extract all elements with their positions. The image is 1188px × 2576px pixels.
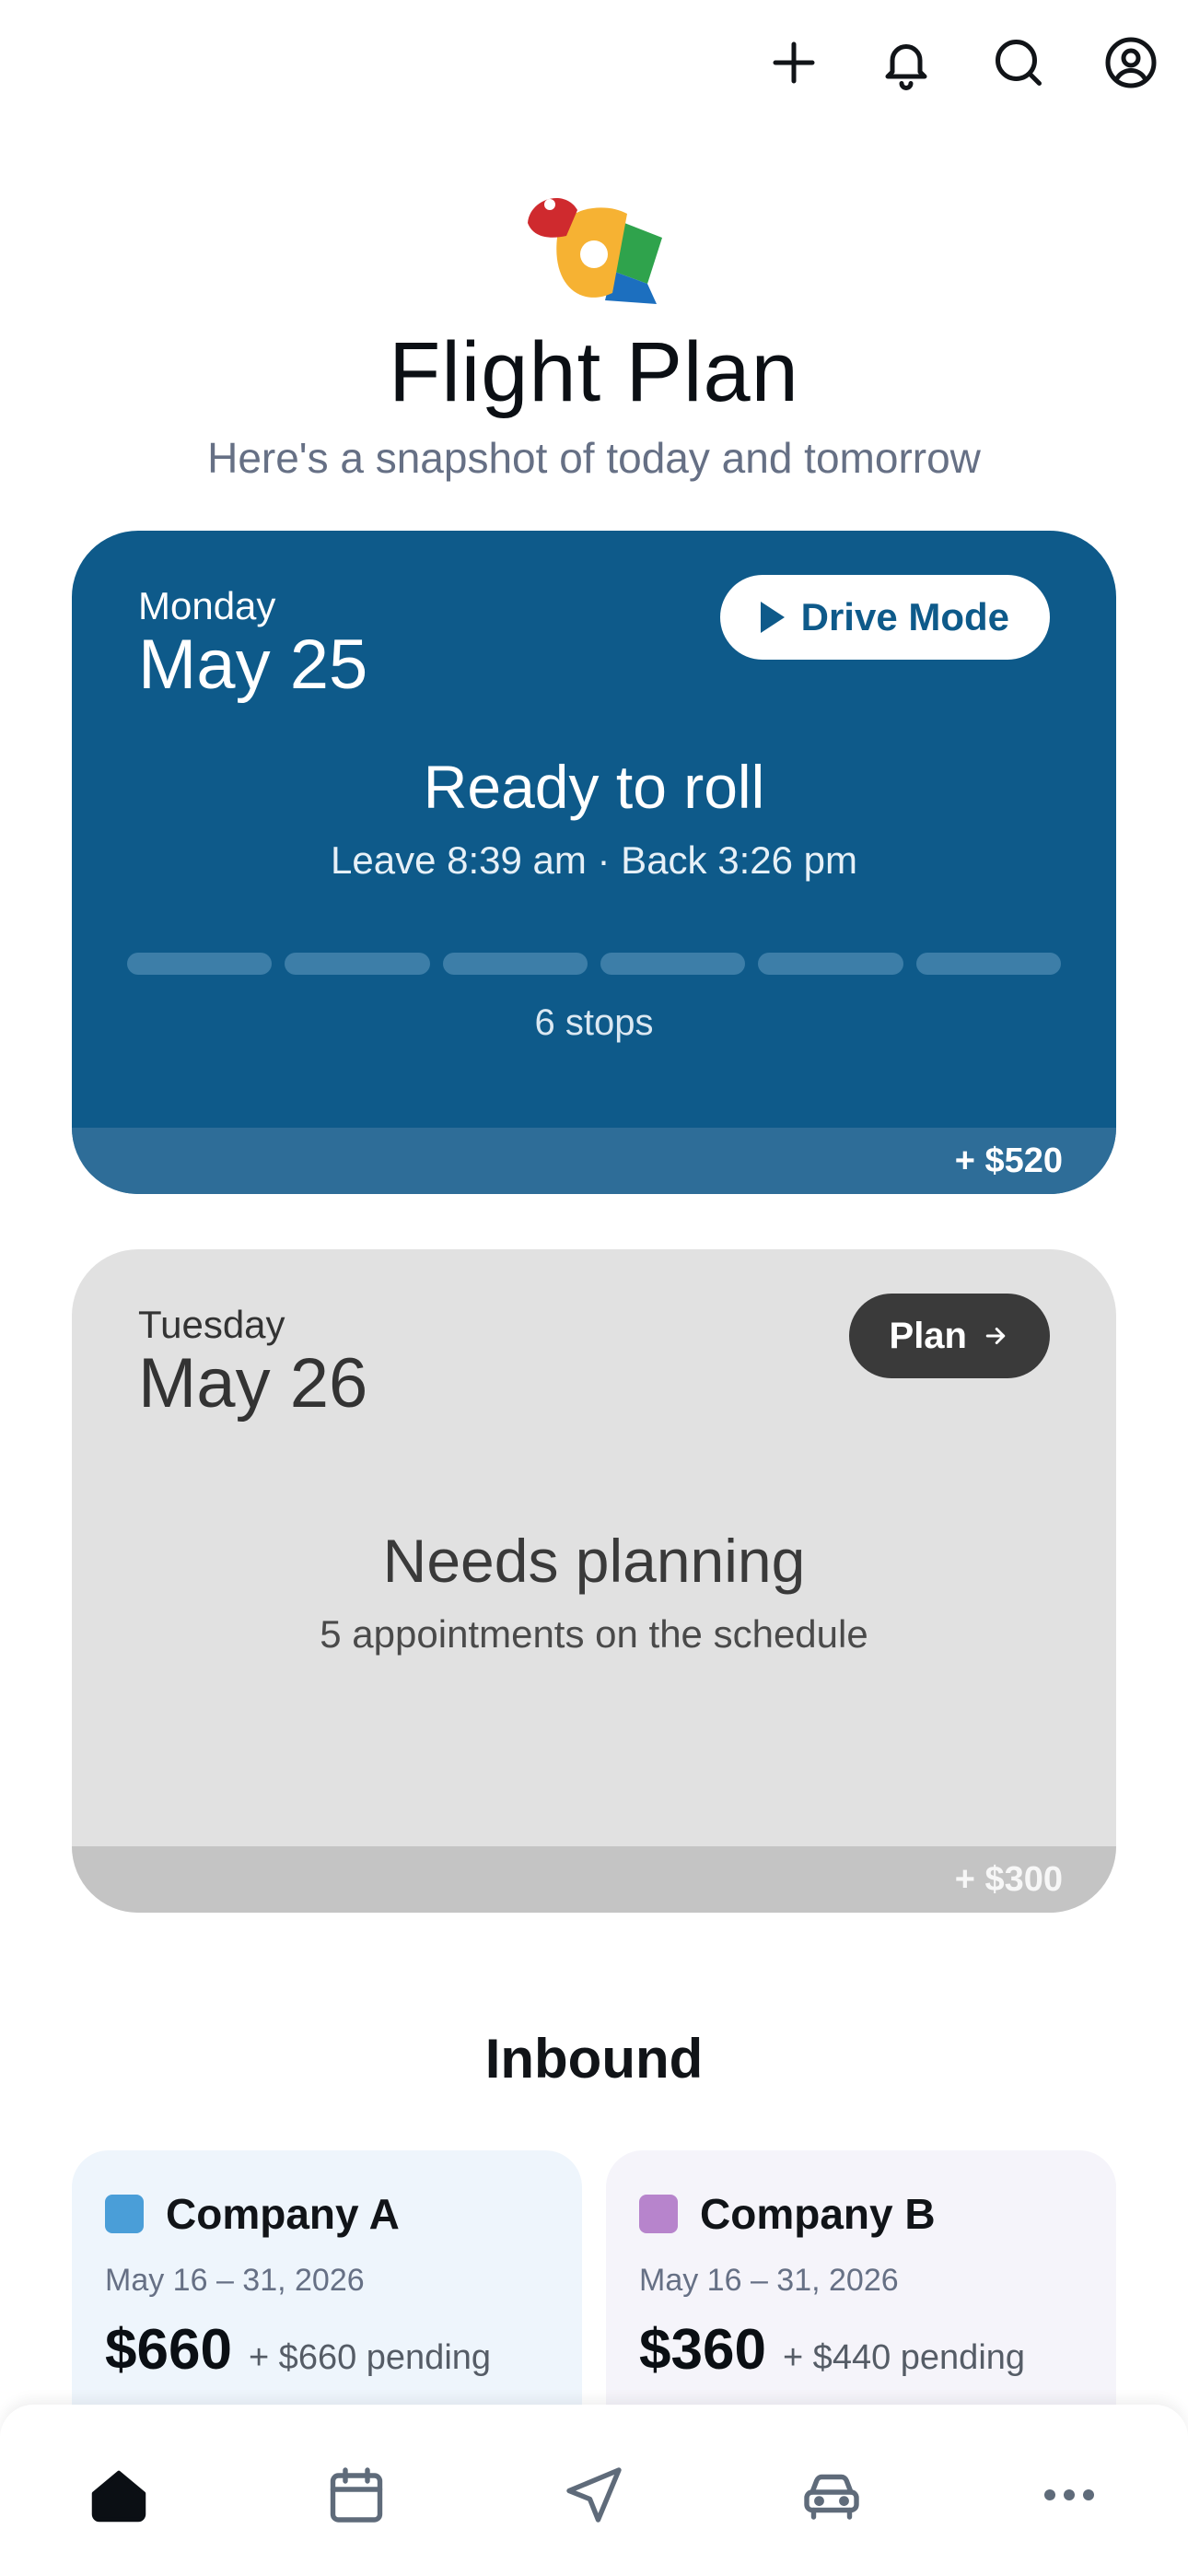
- company-amounts: $660 + $660 pending: [105, 2317, 549, 2383]
- notifications-button[interactable]: [877, 33, 936, 92]
- tomorrow-status: Needs planning: [382, 1527, 806, 1595]
- stop-segment: [758, 953, 903, 975]
- car-icon: [804, 2474, 859, 2520]
- app-logo: [528, 198, 662, 304]
- company-color-swatch: [639, 2195, 678, 2233]
- calendar-icon: [330, 2467, 383, 2523]
- stop-segment: [285, 953, 430, 975]
- company-pending: + $440 pending: [782, 2338, 1026, 2377]
- tomorrow-date: May 26: [138, 1344, 368, 1423]
- today-status: Ready to roll: [423, 753, 765, 821]
- company-color-swatch: [105, 2195, 144, 2233]
- bell-icon: [885, 44, 927, 90]
- nav-vehicle[interactable]: [776, 2449, 887, 2541]
- stop-segment: [915, 953, 1061, 975]
- nav-calendar[interactable]: [301, 2449, 412, 2541]
- home-icon: [91, 2470, 146, 2523]
- company-date-range: May 16 – 31, 2026: [639, 2263, 899, 2298]
- stop-segment: [127, 953, 273, 975]
- tomorrow-earnings: + $300: [72, 1846, 1116, 1913]
- user-circle-icon: [1105, 37, 1157, 88]
- inbound-title: Inbound: [484, 2028, 704, 2090]
- stop-segment: [600, 953, 746, 975]
- drive-mode-label: Drive Mode: [800, 595, 1009, 638]
- company-name: Company B: [700, 2190, 936, 2238]
- navigation-icon: [566, 2467, 622, 2523]
- top-action-bar: [764, 33, 1160, 92]
- search-button[interactable]: [989, 33, 1048, 92]
- stops-progress-bar: [127, 953, 1061, 975]
- today-date: May 25: [138, 626, 368, 704]
- add-button[interactable]: [764, 33, 823, 92]
- company-header: Company A: [105, 2189, 549, 2239]
- today-times: Leave 8:39 am · Back 3:26 pm: [331, 838, 857, 882]
- stops-count: 6 stops: [534, 1002, 654, 1043]
- plus-icon: [773, 41, 815, 84]
- drive-mode-button[interactable]: Drive Mode: [719, 575, 1050, 660]
- more-icon: [1044, 2489, 1094, 2500]
- company-name: Company A: [166, 2190, 400, 2238]
- company-pending: + $660 pending: [248, 2338, 492, 2377]
- page-subtitle: Here's a snapshot of today and tomorrow: [207, 434, 981, 482]
- tomorrow-card[interactable]: Tuesday May 26 Plan Needs planning 5 app…: [72, 1249, 1116, 1913]
- stop-segment: [442, 953, 588, 975]
- company-amount: $360: [639, 2318, 766, 2382]
- tomorrow-detail: 5 appointments on the schedule: [320, 1612, 868, 1656]
- nav-home[interactable]: [64, 2449, 174, 2541]
- company-header: Company B: [639, 2189, 1083, 2239]
- home-screen: Flight Plan Here's a snapshot of today a…: [0, 0, 1188, 2576]
- company-date-range: May 16 – 31, 2026: [105, 2263, 365, 2298]
- today-earnings: + $520: [72, 1128, 1116, 1194]
- plan-label: Plan: [889, 1315, 967, 1356]
- arrow-right-icon: [985, 1328, 1006, 1344]
- page-title: Flight Plan: [389, 325, 799, 419]
- bottom-navigation: [0, 2405, 1188, 2576]
- company-amounts: $360 + $440 pending: [639, 2317, 1083, 2383]
- company-amount: $660: [105, 2318, 232, 2382]
- nav-more[interactable]: [1014, 2449, 1124, 2541]
- nav-navigation[interactable]: [539, 2449, 649, 2541]
- account-button[interactable]: [1101, 33, 1160, 92]
- search-icon: [996, 40, 1042, 86]
- today-card[interactable]: Monday May 25 Drive Mode Ready to roll L…: [72, 531, 1116, 1194]
- plan-button[interactable]: Plan: [848, 1294, 1050, 1378]
- tomorrow-weekday: Tuesday: [138, 1303, 285, 1346]
- today-weekday: Monday: [138, 584, 276, 627]
- play-icon: [760, 602, 785, 633]
